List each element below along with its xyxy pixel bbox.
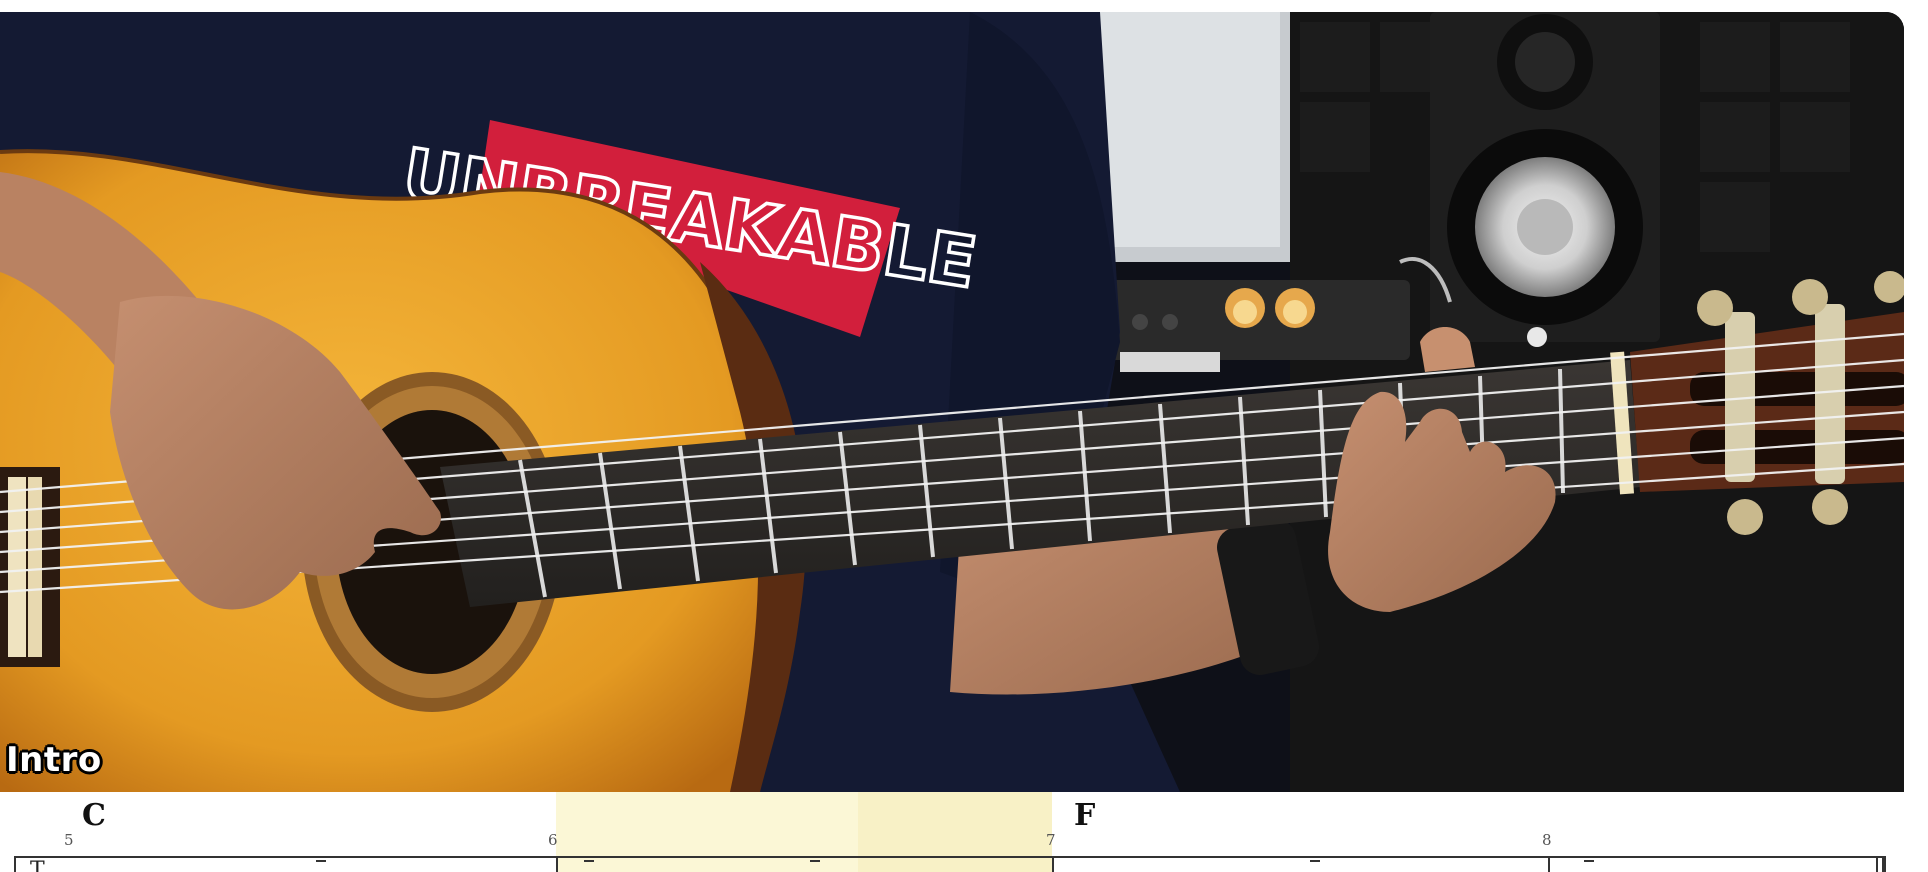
note-stem [1584,860,1594,862]
chord-label: C [82,798,106,833]
note-stem [316,860,326,862]
bar-line [1876,856,1878,872]
playback-position-highlight [858,792,1052,872]
video-frame: UNBREAKABLE [0,12,1904,792]
tab-clef-label: T [30,858,45,872]
end-bar-line [1882,856,1886,872]
note-stem [584,860,594,862]
bar-line [556,856,558,872]
measure-number: 6 [548,831,558,849]
video-caption: Intro [6,740,102,780]
staff-line [14,856,1882,858]
bar-line [1052,856,1054,872]
measure-number: 5 [64,831,74,849]
bar-line [14,856,16,872]
bar-line [1548,856,1550,872]
note-stem [1310,860,1320,862]
video-player[interactable]: UNBREAKABLE Intro [0,12,1904,792]
chord-label: F [1074,798,1096,833]
measure-number: 7 [1046,831,1056,849]
tablature-panel: C F 5 6 7 8 T [0,792,1904,872]
note-stem [810,860,820,862]
measure-number: 8 [1542,831,1552,849]
